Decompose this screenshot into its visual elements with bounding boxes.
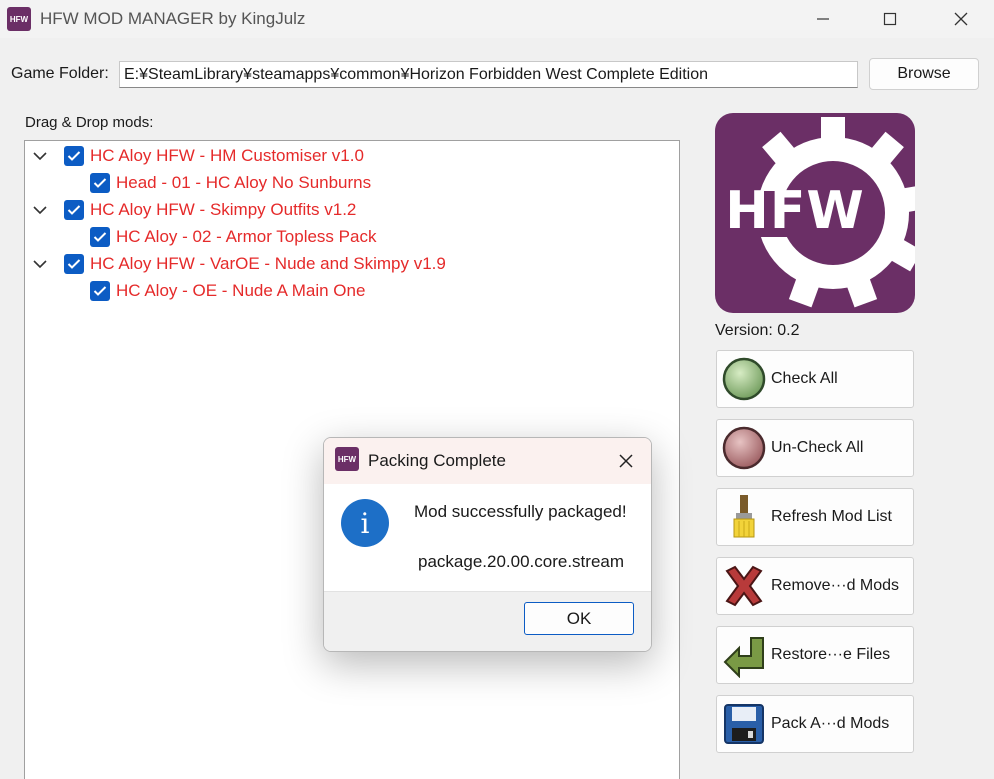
mod-checkbox[interactable] xyxy=(90,281,110,301)
game-folder-label: Game Folder: xyxy=(11,65,109,82)
mod-checkbox[interactable] xyxy=(90,227,110,247)
checkmark-icon xyxy=(67,151,81,161)
tree-node[interactable]: HC Aloy - 02 - Armor Topless Pack xyxy=(90,225,376,249)
hfw-logo: HFW xyxy=(715,113,915,313)
maximize-icon xyxy=(883,12,897,26)
chevron-down-icon[interactable] xyxy=(30,200,50,220)
mod-checkbox[interactable] xyxy=(64,146,84,166)
green-circle-icon xyxy=(721,356,767,402)
dialog-footer: OK xyxy=(324,591,651,651)
browse-button[interactable]: Browse xyxy=(869,58,979,90)
chevron-down-icon[interactable] xyxy=(30,254,50,274)
dialog-title: Packing Complete xyxy=(368,451,506,470)
pack-mods-label: Pack A···d Mods xyxy=(771,715,890,732)
dialog-message: Mod successfully packaged! xyxy=(414,502,627,521)
red-x-icon xyxy=(721,563,767,609)
maximize-button[interactable] xyxy=(855,0,925,38)
mod-checkbox[interactable] xyxy=(90,173,110,193)
checkmark-icon xyxy=(93,286,107,296)
red-circle-icon xyxy=(721,425,767,471)
dialog-close-button[interactable] xyxy=(612,448,640,474)
tree-node[interactable]: HC Aloy HFW - HM Customiser v1.0 xyxy=(30,144,364,168)
restore-files-label: Restore···e Files xyxy=(771,646,891,663)
brush-icon xyxy=(721,494,767,540)
mod-label: HC Aloy - OE - Nude A Main One xyxy=(116,281,366,300)
mod-label: Head - 01 - HC Aloy No Sunburns xyxy=(116,173,372,192)
checkmark-icon xyxy=(93,178,107,188)
title-bar: HFW HFW MOD MANAGER by KingJulz xyxy=(0,0,994,38)
mod-label: HC Aloy - 02 - Armor Topless Pack xyxy=(116,227,377,246)
refresh-mod-list-label: Refresh Mod List xyxy=(771,508,892,525)
dialog-body: i Mod successfully packaged! package.20.… xyxy=(324,484,651,591)
mod-label: HC Aloy HFW - VarOE - Nude and Skimpy v1… xyxy=(90,254,446,273)
dialog-app-icon: HFW xyxy=(335,447,359,471)
ok-button[interactable]: OK xyxy=(524,602,634,635)
tree-node[interactable]: HC Aloy HFW - VarOE - Nude and Skimpy v1… xyxy=(30,252,446,276)
remove-mods-label: Remove···d Mods xyxy=(771,577,900,594)
checkmark-icon xyxy=(93,232,107,242)
minimize-button[interactable] xyxy=(788,0,858,38)
info-icon: i xyxy=(341,499,389,547)
refresh-mod-list-button[interactable]: Refresh Mod List xyxy=(716,488,914,546)
mod-checkbox[interactable] xyxy=(64,254,84,274)
pack-mods-button[interactable]: Pack A···d Mods xyxy=(716,695,914,753)
checkmark-icon xyxy=(67,205,81,215)
mod-label: HC Aloy HFW - HM Customiser v1.0 xyxy=(90,146,364,165)
chevron-down-icon[interactable] xyxy=(30,146,50,166)
tree-node[interactable]: HC Aloy HFW - Skimpy Outfits v1.2 xyxy=(30,198,356,222)
drag-drop-label: Drag & Drop mods: xyxy=(25,114,154,131)
restore-files-button[interactable]: Restore···e Files xyxy=(716,626,914,684)
mod-label: HC Aloy HFW - Skimpy Outfits v1.2 xyxy=(90,200,357,219)
minimize-icon xyxy=(817,18,829,20)
game-folder-input[interactable] xyxy=(119,61,858,88)
close-window-button[interactable] xyxy=(926,0,994,38)
version-label: Version: 0.2 xyxy=(715,322,800,339)
logo-text: HFW xyxy=(725,181,865,241)
remove-mods-button[interactable]: Remove···d Mods xyxy=(716,557,914,615)
dialog-title-bar: HFW Packing Complete xyxy=(324,438,651,484)
tree-node[interactable]: HC Aloy - OE - Nude A Main One xyxy=(90,279,365,303)
mod-checkbox[interactable] xyxy=(64,200,84,220)
close-icon xyxy=(954,12,968,26)
dialog-filename: package.20.00.core.stream xyxy=(418,552,625,571)
green-arrow-icon xyxy=(721,632,767,678)
close-icon xyxy=(619,454,633,468)
floppy-disk-icon xyxy=(721,701,767,747)
check-all-button[interactable]: Check All xyxy=(716,350,914,408)
check-all-label: Check All xyxy=(771,370,838,387)
app-icon: HFW xyxy=(7,7,31,31)
uncheck-all-button[interactable]: Un-Check All xyxy=(716,419,914,477)
packing-complete-dialog: HFW Packing Complete i Mod successfully … xyxy=(323,437,652,652)
uncheck-all-label: Un-Check All xyxy=(771,439,864,456)
tree-node[interactable]: Head - 01 - HC Aloy No Sunburns xyxy=(90,171,371,195)
window-title: HFW MOD MANAGER by KingJulz xyxy=(40,9,306,28)
checkmark-icon xyxy=(67,259,81,269)
